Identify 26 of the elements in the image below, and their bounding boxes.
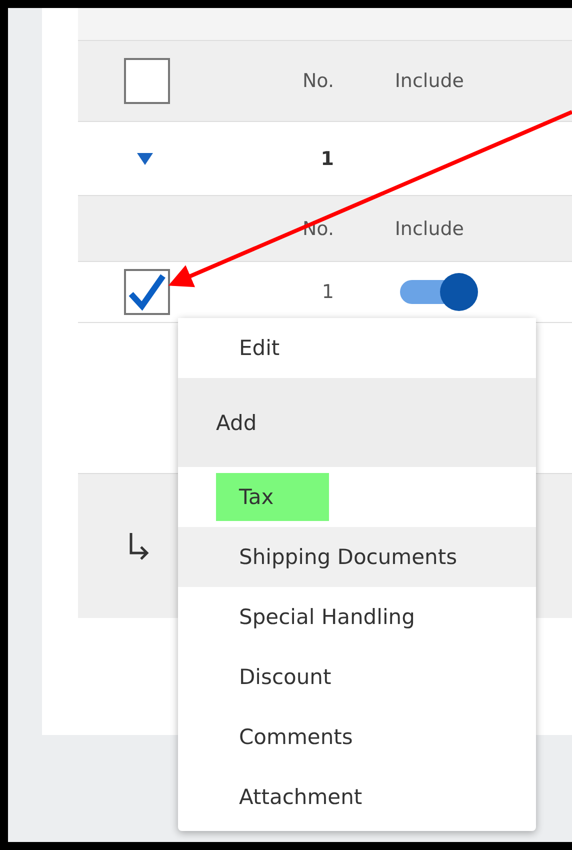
menu-item-label: Comments — [239, 725, 353, 749]
menu-item-label: Attachment — [239, 785, 362, 809]
checkmark-icon — [127, 272, 167, 312]
checkbox[interactable] — [124, 58, 170, 104]
column-header: No. — [302, 70, 335, 92]
menu-item[interactable]: Tax — [178, 467, 536, 527]
menu-item-label: Discount — [239, 665, 332, 689]
highlighted-label: Tax — [216, 473, 329, 521]
menu-item-label: Edit — [239, 336, 280, 360]
menu-item[interactable]: Special Handling — [178, 587, 536, 647]
menu-item[interactable]: Discount — [178, 647, 536, 707]
table-cell-text: 1 — [322, 281, 335, 303]
menu-item-label: Special Handling — [239, 605, 415, 629]
menu-item[interactable]: Attachment — [178, 767, 536, 827]
column-header: Include — [394, 218, 465, 240]
toggle-switch[interactable] — [400, 275, 478, 309]
menu-item-label: Shipping Documents — [239, 545, 458, 569]
column-header: Include — [394, 70, 465, 92]
return-arrow-icon — [128, 531, 150, 561]
menu-item[interactable]: Comments — [178, 707, 536, 767]
menu-item[interactable]: Edit — [178, 318, 536, 378]
checkbox[interactable] — [124, 269, 170, 315]
table-cell-text: 1 — [320, 148, 335, 170]
menu-item-label: Add — [216, 410, 257, 434]
expand-triangle-icon[interactable] — [136, 152, 154, 166]
menu-item[interactable]: Shipping Documents — [178, 527, 536, 587]
